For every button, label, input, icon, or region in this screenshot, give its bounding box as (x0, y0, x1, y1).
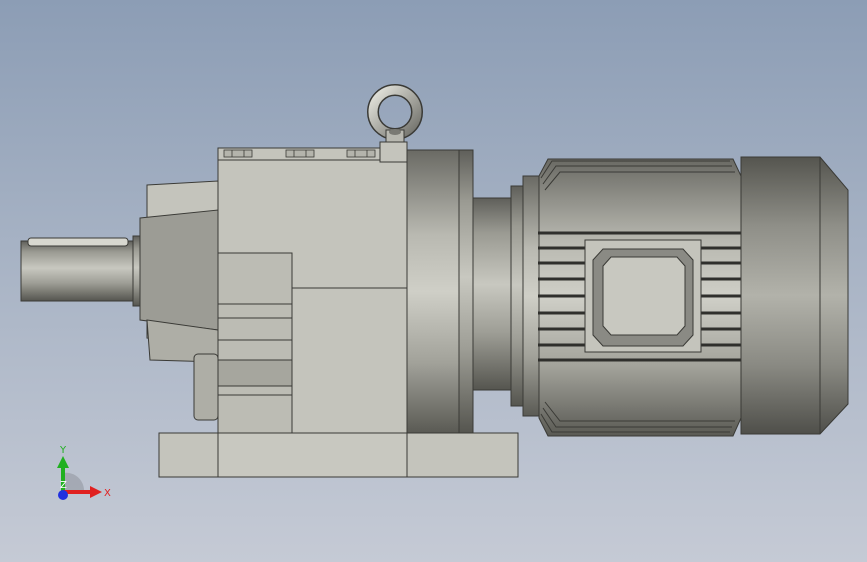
coordinate-triad: Y X Z (57, 445, 111, 500)
x-axis-label: X (104, 488, 111, 499)
terminal-box[interactable] (584, 239, 702, 353)
base-foot[interactable] (158, 432, 519, 478)
cad-viewport[interactable]: Y X Z (0, 0, 867, 562)
fan-cover[interactable] (740, 156, 849, 435)
gearmotor-model[interactable] (0, 0, 867, 562)
gear-housing[interactable] (217, 141, 408, 478)
y-axis-arrow (57, 456, 69, 468)
z-axis-label: Z (60, 480, 67, 491)
output-bearing-housing[interactable] (139, 180, 219, 421)
lifting-eye[interactable] (367, 84, 423, 143)
x-axis-arrow (90, 486, 102, 498)
y-axis-label: Y (59, 445, 67, 456)
z-axis-dot (58, 490, 68, 500)
adapter-flange[interactable] (406, 149, 540, 434)
output-shaft[interactable] (20, 235, 144, 307)
